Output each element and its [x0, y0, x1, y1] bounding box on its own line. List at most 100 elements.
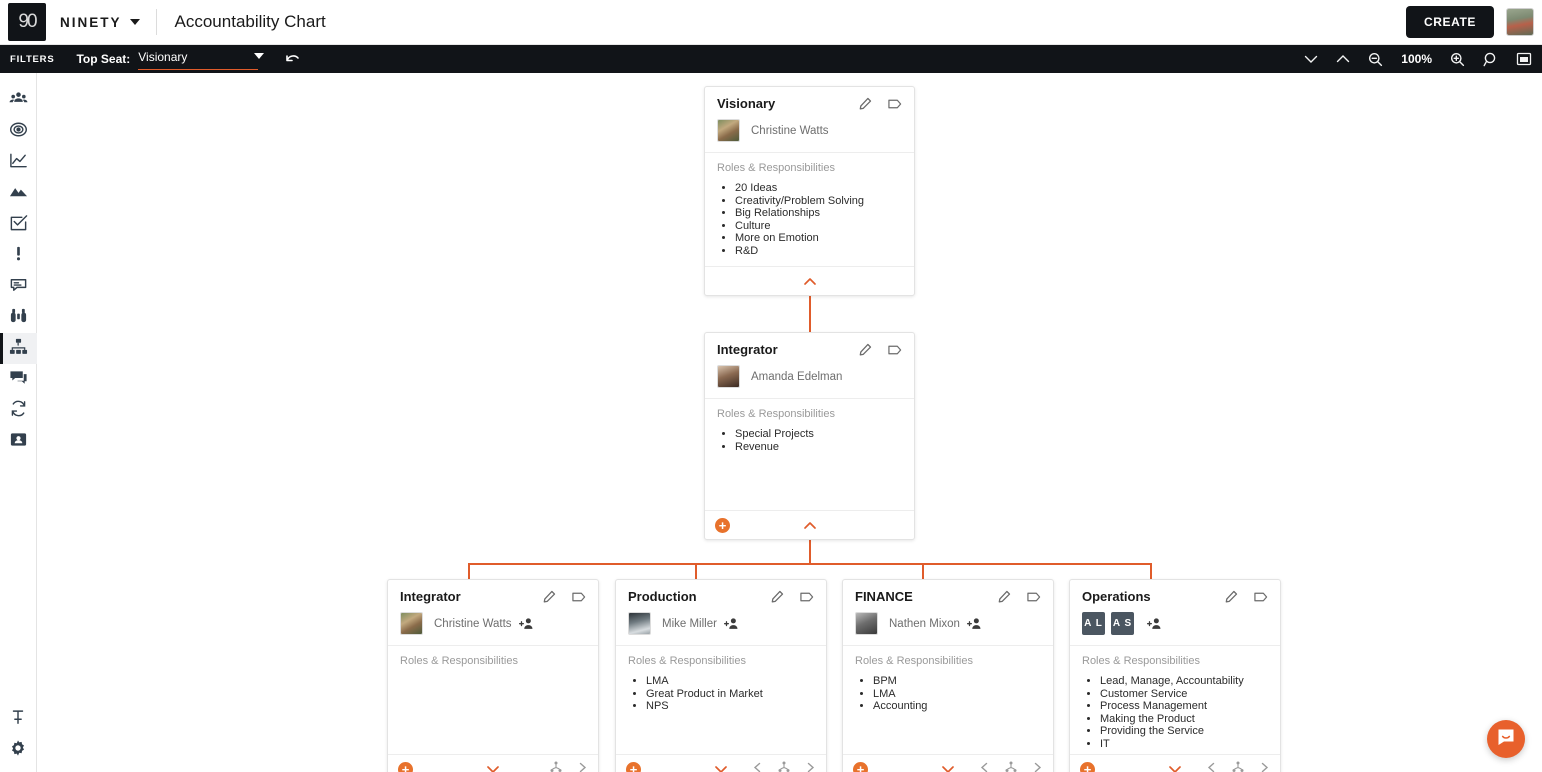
card-header-actions — [771, 590, 814, 603]
sidebar-item-team[interactable] — [0, 85, 37, 116]
chevron-down-icon[interactable] — [129, 19, 140, 25]
tag-label-icon[interactable] — [1254, 591, 1268, 603]
responsibility-item: 20 Ideas — [735, 182, 902, 195]
edit-pencil-icon[interactable] — [1225, 590, 1238, 603]
move-right-icon[interactable] — [804, 760, 816, 772]
move-seat-icon[interactable] — [550, 760, 562, 772]
responsibility-item: Lead, Manage, Accountability — [1100, 675, 1268, 688]
card-footer-actions — [752, 760, 816, 772]
chevron-down-icon[interactable] — [486, 765, 500, 772]
move-left-icon[interactable] — [979, 760, 991, 772]
undo-icon[interactable] — [284, 52, 301, 67]
move-right-icon[interactable] — [1031, 760, 1043, 772]
move-right-icon[interactable] — [576, 760, 588, 772]
responsibilities-list: 20 IdeasCreativity/Problem SolvingBig Re… — [735, 182, 902, 258]
zoom-in-icon[interactable] — [1450, 52, 1465, 67]
card-visionary[interactable]: Visionary Christine Watts Roles & Respon… — [704, 86, 915, 296]
move-seat-icon[interactable] — [778, 760, 790, 772]
zoom-out-icon[interactable] — [1368, 52, 1383, 67]
chat-widget-button[interactable] — [1487, 720, 1525, 758]
tag-label-icon[interactable] — [572, 591, 586, 603]
edit-pencil-icon[interactable] — [859, 343, 872, 356]
responsibility-item: Special Projects — [735, 428, 902, 441]
sidebar-item-feedback[interactable] — [0, 364, 37, 395]
card-body: Roles & Responsibilities 20 IdeasCreativ… — [705, 153, 914, 266]
chevron-down-icon[interactable] — [714, 765, 728, 772]
chart-canvas[interactable]: Visionary Christine Watts Roles & Respon… — [37, 73, 1542, 772]
sidebar-item-accountability-chart[interactable] — [0, 333, 37, 364]
export-pdf-icon[interactable] — [1516, 51, 1532, 67]
person-avatar — [628, 612, 651, 635]
directory-icon — [9, 430, 28, 454]
sidebar-item-vision[interactable] — [0, 116, 37, 147]
add-seat-button[interactable]: + — [853, 761, 868, 772]
responsibility-item: Big Relationships — [735, 207, 902, 220]
edit-pencil-icon[interactable] — [998, 590, 1011, 603]
edit-pencil-icon[interactable] — [859, 97, 872, 110]
filters-label: FILTERS — [10, 53, 55, 65]
add-person-icon[interactable] — [723, 617, 739, 630]
logo-glyph: 90 — [18, 11, 37, 32]
card-footer: + — [1070, 754, 1280, 772]
avatar[interactable] — [1506, 8, 1534, 36]
top-header: 90 NINETY Accountability Chart CREATE — [0, 0, 1542, 45]
responsibility-item: LMA — [646, 675, 814, 688]
process-icon — [9, 399, 28, 423]
sidebar-item-pin[interactable] — [0, 704, 37, 735]
person-name: Nathen Mixon — [889, 617, 960, 630]
sidebar-item-todos[interactable] — [0, 209, 37, 240]
chevron-up-icon[interactable] — [1336, 54, 1350, 64]
top-seat-select[interactable]: Visionary — [138, 48, 265, 70]
chevron-up-icon[interactable] — [803, 521, 817, 530]
sidebar-item-rocks[interactable] — [0, 178, 37, 209]
sidebar-item-directory[interactable] — [0, 426, 37, 457]
sidebar-item-settings[interactable] — [0, 735, 37, 766]
ninety-logo[interactable]: 90 — [8, 3, 46, 41]
chevron-down-icon[interactable] — [1168, 765, 1182, 772]
zoom-reset-icon[interactable] — [1483, 52, 1498, 67]
tag-label-icon[interactable] — [800, 591, 814, 603]
add-person-icon[interactable] — [966, 617, 982, 630]
add-seat-button[interactable]: + — [398, 761, 413, 772]
chevron-down-icon[interactable] — [1304, 54, 1318, 64]
roles-responsibilities-label: Roles & Responsibilities — [855, 655, 973, 667]
move-right-icon[interactable] — [1258, 760, 1270, 772]
edit-pencil-icon[interactable] — [543, 590, 556, 603]
move-left-icon[interactable] — [752, 760, 764, 772]
gear-icon — [9, 739, 27, 762]
sidebar-item-process[interactable] — [0, 395, 37, 426]
roles-responsibilities-label: Roles & Responsibilities — [400, 655, 518, 667]
sidebar-item-meetings[interactable] — [0, 271, 37, 302]
chevron-up-icon[interactable] — [803, 277, 817, 286]
sidebar-item-issues[interactable] — [0, 240, 37, 271]
card-finance-2[interactable]: FINANCE Nathen Mixon Roles & Responsibil… — [842, 579, 1054, 772]
card-integrator-0[interactable]: Integrator Christine Watts Roles & Respo… — [387, 579, 599, 772]
card-integrator[interactable]: Integrator Amanda Edelman Roles & Respon… — [704, 332, 915, 540]
tag-label-icon[interactable] — [888, 98, 902, 110]
add-seat-button[interactable]: + — [1080, 761, 1095, 772]
move-seat-icon[interactable] — [1232, 760, 1244, 772]
move-seat-icon[interactable] — [1005, 760, 1017, 772]
tag-label-icon[interactable] — [1027, 591, 1041, 603]
move-left-icon[interactable] — [1206, 760, 1218, 772]
card-person: A LA S — [1070, 610, 1280, 646]
create-button[interactable]: CREATE — [1405, 6, 1494, 38]
responsibilities-list: LMAGreat Product in MarketNPS — [646, 675, 814, 713]
initials-avatar: A S — [1111, 612, 1134, 635]
sidebar-item-scorecard[interactable] — [0, 147, 37, 178]
check-square-icon — [9, 213, 28, 237]
card-operations-3[interactable]: Operations A L A S Roles & Responsibiliti… — [1069, 579, 1281, 772]
add-seat-button[interactable]: + — [715, 517, 730, 533]
edit-pencil-icon[interactable] — [771, 590, 784, 603]
tag-label-icon[interactable] — [888, 344, 902, 356]
card-footer — [705, 266, 914, 295]
add-person-icon[interactable] — [518, 617, 534, 630]
chevron-down-icon[interactable] — [941, 765, 955, 772]
sidebar-item-insights[interactable] — [0, 302, 37, 333]
zoom-controls: 100% — [1304, 51, 1542, 67]
card-production-1[interactable]: Production Mike Miller Roles & Responsib… — [615, 579, 827, 772]
add-seat-button[interactable]: + — [626, 761, 641, 772]
card-header: Integrator — [388, 580, 598, 610]
add-person-icon[interactable] — [1147, 617, 1162, 630]
header-divider — [155, 9, 157, 35]
